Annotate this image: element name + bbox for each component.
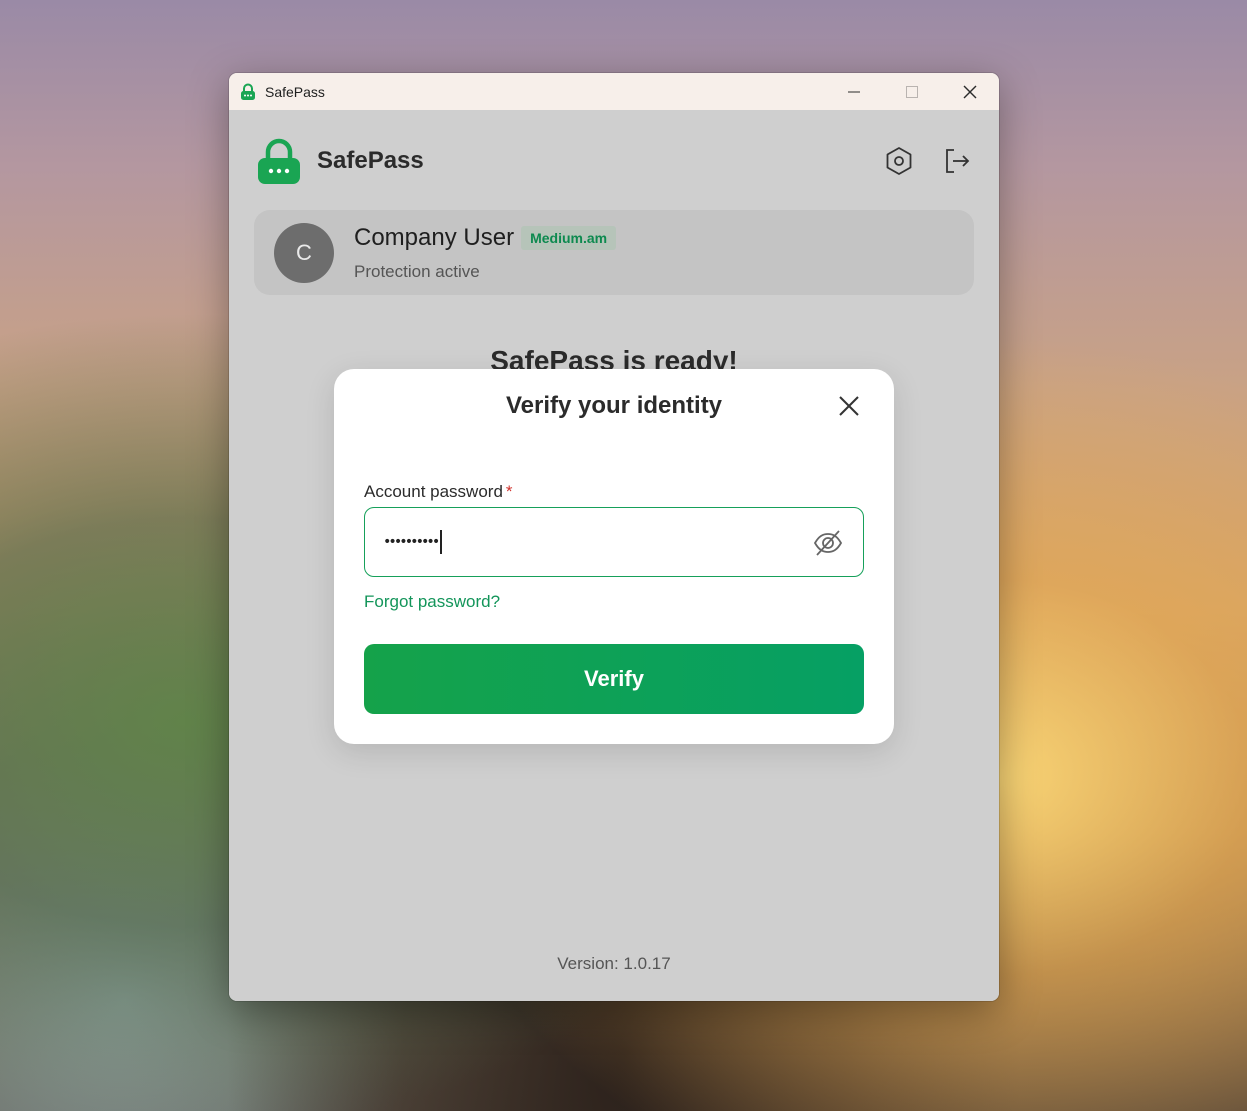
verify-button[interactable]: Verify <box>364 644 864 714</box>
logout-icon <box>946 149 970 173</box>
maximize-icon <box>906 85 918 98</box>
header-actions <box>883 145 973 177</box>
required-mark: * <box>505 482 513 501</box>
password-label-text: Account password <box>364 482 503 501</box>
settings-button[interactable] <box>883 145 915 177</box>
text-caret <box>440 530 442 554</box>
window-title: SafePass <box>265 83 325 100</box>
user-card: C Company User Medium.am Protection acti… <box>254 210 974 295</box>
eye-off-icon <box>813 530 843 556</box>
window-close-button[interactable] <box>941 73 999 110</box>
toggle-password-visibility-button[interactable] <box>811 526 845 560</box>
window-controls <box>825 73 999 110</box>
app-padlock-icon <box>241 83 255 100</box>
user-name: Company User <box>354 223 515 251</box>
avatar: C <box>274 222 334 283</box>
user-info: Company User Medium.am Protection active <box>354 223 617 282</box>
padlock-icon <box>258 138 300 184</box>
password-value: •••••••••• <box>383 534 440 550</box>
modal-close-button[interactable] <box>834 391 864 421</box>
forgot-password-link[interactable]: Forgot password? <box>364 592 500 612</box>
app-header: SafePass <box>257 136 973 186</box>
minimize-icon <box>848 91 860 92</box>
maximize-button[interactable] <box>883 73 941 110</box>
password-label: Account password * <box>364 482 513 502</box>
title-bar[interactable]: SafePass <box>229 73 999 110</box>
company-badge: Medium.am <box>521 225 617 250</box>
user-row: Company User Medium.am <box>354 223 617 252</box>
protection-status: Protection active <box>354 261 480 281</box>
logout-button[interactable] <box>941 145 973 177</box>
version-label: Version: 1.0.17 <box>557 954 671 973</box>
brand-name: SafePass <box>317 147 424 174</box>
password-field[interactable]: •••••••••• <box>364 507 864 577</box>
modal-title: Verify your identity <box>505 392 723 419</box>
close-icon <box>963 85 977 98</box>
hexagon-gear-icon <box>886 147 912 175</box>
minimize-button[interactable] <box>825 73 883 110</box>
close-icon <box>839 396 859 416</box>
verify-identity-modal: Verify your identity Account password * •… <box>334 369 894 744</box>
